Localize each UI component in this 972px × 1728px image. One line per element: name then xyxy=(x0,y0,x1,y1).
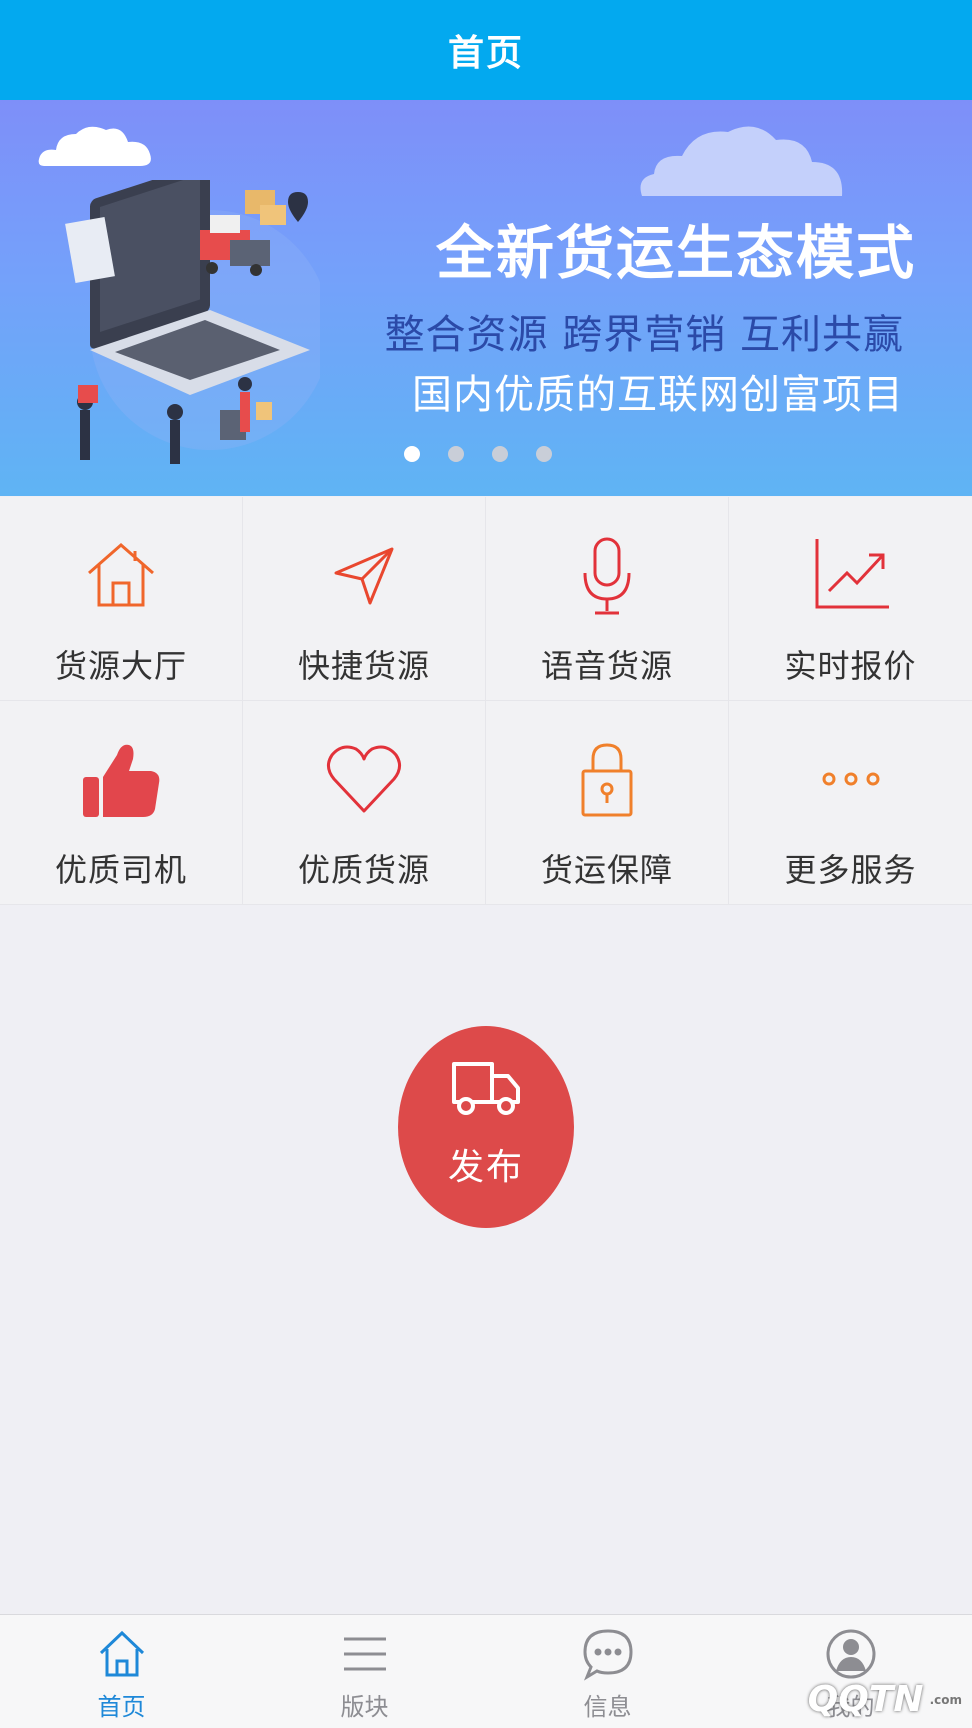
truck-icon xyxy=(452,1062,520,1115)
service-item-cargo-hall[interactable]: 货源大厅 xyxy=(0,497,243,701)
banner-headline: 全新货运生态模式 xyxy=(435,219,916,287)
service-item-quality-cargo[interactable]: 优质货源 xyxy=(243,701,486,905)
watermark-brand: QQTN xyxy=(807,1679,924,1720)
service-item-voice-cargo[interactable]: 语音货源 xyxy=(486,497,729,701)
publish-button[interactable]: 发布 xyxy=(398,1026,574,1228)
service-item-quick-cargo[interactable]: 快捷货源 xyxy=(243,497,486,701)
menu-lines-icon xyxy=(343,1637,386,1671)
service-grid: 货源大厅 快捷货源 语音货源 实时报价 优质司机 优质货源 货运保障 更多服务 xyxy=(0,497,972,905)
carousel-dot[interactable] xyxy=(448,446,464,462)
service-label: 语音货源 xyxy=(540,647,673,685)
service-label: 货运保障 xyxy=(540,851,673,889)
carousel-dot[interactable] xyxy=(404,446,420,462)
service-label: 优质司机 xyxy=(54,851,187,889)
service-item-quality-driver[interactable]: 优质司机 xyxy=(0,701,243,905)
lock-icon xyxy=(581,743,633,817)
banner-subline-1: 整合资源 跨界营销 互利共赢 xyxy=(384,312,904,358)
page-title: 首页 xyxy=(447,33,524,74)
carousel-dot[interactable] xyxy=(492,446,508,462)
service-label: 更多服务 xyxy=(784,851,917,889)
service-label: 货源大厅 xyxy=(54,647,187,685)
tab-label: 版块 xyxy=(340,1693,389,1721)
tab-label: 首页 xyxy=(97,1693,146,1721)
promo-banner[interactable]: 全新货运生态模式 整合资源 跨界营销 互利共赢 国内优质的互联网创富项目 xyxy=(0,100,972,496)
site-watermark: QQTN .com xyxy=(808,1679,962,1720)
cloud-right-icon xyxy=(640,126,843,196)
user-avatar-icon xyxy=(826,1629,875,1679)
watermark-suffix: .com xyxy=(929,1692,962,1707)
thumbs-up-icon xyxy=(83,744,160,817)
service-item-freight-guarantee[interactable]: 货运保障 xyxy=(486,701,729,905)
service-label: 快捷货源 xyxy=(297,647,430,685)
tab-label: 信息 xyxy=(583,1693,632,1721)
tab-messages[interactable]: 信息 xyxy=(486,1615,729,1728)
carousel-indicator xyxy=(0,446,972,462)
home-icon xyxy=(99,1630,144,1677)
send-icon xyxy=(334,547,394,605)
banner-subline-2: 国内优质的互联网创富项目 xyxy=(412,372,904,418)
app-header: 首页 xyxy=(0,0,972,100)
service-label: 实时报价 xyxy=(784,647,917,685)
chat-bubble-icon xyxy=(582,1629,633,1681)
publish-label: 发布 xyxy=(447,1147,524,1188)
service-item-realtime-quote[interactable]: 实时报价 xyxy=(729,497,972,701)
heart-icon xyxy=(327,745,401,813)
ecommerce-illustration xyxy=(65,180,320,464)
carousel-dot[interactable] xyxy=(536,446,552,462)
service-item-more[interactable]: 更多服务 xyxy=(729,701,972,905)
house-icon xyxy=(88,543,154,607)
tab-home[interactable]: 首页 xyxy=(0,1615,243,1728)
more-dots-icon xyxy=(822,772,879,786)
microphone-icon xyxy=(583,537,631,615)
trend-chart-icon xyxy=(815,539,889,609)
cloud-left-icon xyxy=(38,126,151,166)
tab-sections[interactable]: 版块 xyxy=(243,1615,486,1728)
service-label: 优质货源 xyxy=(297,851,430,889)
